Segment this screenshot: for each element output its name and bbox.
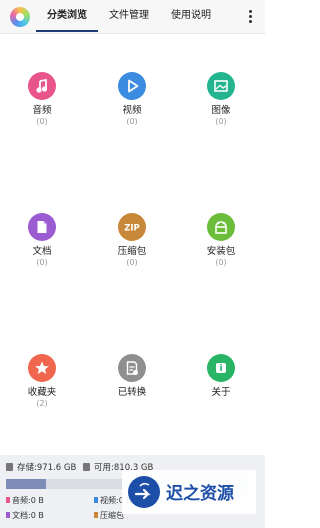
category-count: (0) (215, 258, 227, 267)
zip-icon: ZIP (118, 213, 146, 241)
category-label: 文档 (32, 246, 52, 257)
tab-category-browse[interactable]: 分类浏览 (38, 0, 96, 34)
star-icon (28, 354, 56, 382)
category-archives[interactable]: ZIP 压缩包 (0) (92, 213, 172, 268)
category-count: (0) (36, 258, 48, 267)
info-icon (207, 354, 235, 382)
category-label: 压缩包 (117, 246, 147, 257)
storage-total: 存储:971.6 GB (17, 463, 77, 473)
more-options-icon[interactable] (244, 8, 256, 26)
app-logo-icon (10, 7, 30, 27)
play-icon (118, 72, 146, 100)
category-count: (0) (215, 117, 227, 126)
tab-file-management[interactable]: 文件管理 (100, 0, 158, 34)
category-label: 已转换 (117, 387, 147, 398)
category-label: 收藏夹 (27, 387, 57, 398)
category-video[interactable]: 视频 (0) (92, 72, 172, 127)
category-count: (0) (36, 117, 48, 126)
storage-usage-fill (6, 479, 46, 489)
android-icon (207, 213, 235, 241)
top-tab-bar: 分类浏览 文件管理 使用说明 (0, 0, 265, 34)
category-converted[interactable]: 已转换 (92, 354, 172, 399)
watermark-text: 迟之资源 (166, 483, 234, 504)
storage-icon (6, 463, 13, 471)
tab-instructions[interactable]: 使用说明 (162, 0, 220, 34)
category-about[interactable]: 关于 (181, 354, 261, 399)
category-install-packages[interactable]: 安装包 (0) (181, 213, 261, 268)
category-count: (0) (126, 117, 138, 126)
category-images[interactable]: 图像 (0) (181, 72, 261, 127)
category-favorites[interactable]: 收藏夹 (2) (2, 354, 82, 409)
category-count: (2) (36, 399, 48, 408)
category-label: 图像 (211, 105, 231, 116)
category-audio[interactable]: 音频 (0) (2, 72, 82, 127)
category-label: 安装包 (206, 246, 236, 257)
legend-audio: 音频:0 B (6, 495, 44, 506)
category-label: 关于 (211, 387, 231, 398)
active-tab-indicator (36, 30, 98, 32)
svg-text:ZIP: ZIP (124, 224, 140, 234)
sd-card-icon (83, 463, 91, 471)
legend-documents: 文档:0 B (6, 510, 44, 521)
music-icon (28, 72, 56, 100)
image-icon (207, 72, 235, 100)
legend-archives: 压缩包 (94, 510, 124, 521)
category-count: (0) (126, 258, 138, 267)
watermark: 迟之资源 (122, 470, 256, 514)
category-label: 视频 (122, 105, 142, 116)
category-documents[interactable]: 文档 (0) (2, 213, 82, 268)
document-icon (28, 213, 56, 241)
convert-icon (118, 354, 146, 382)
category-label: 音频 (32, 105, 52, 116)
